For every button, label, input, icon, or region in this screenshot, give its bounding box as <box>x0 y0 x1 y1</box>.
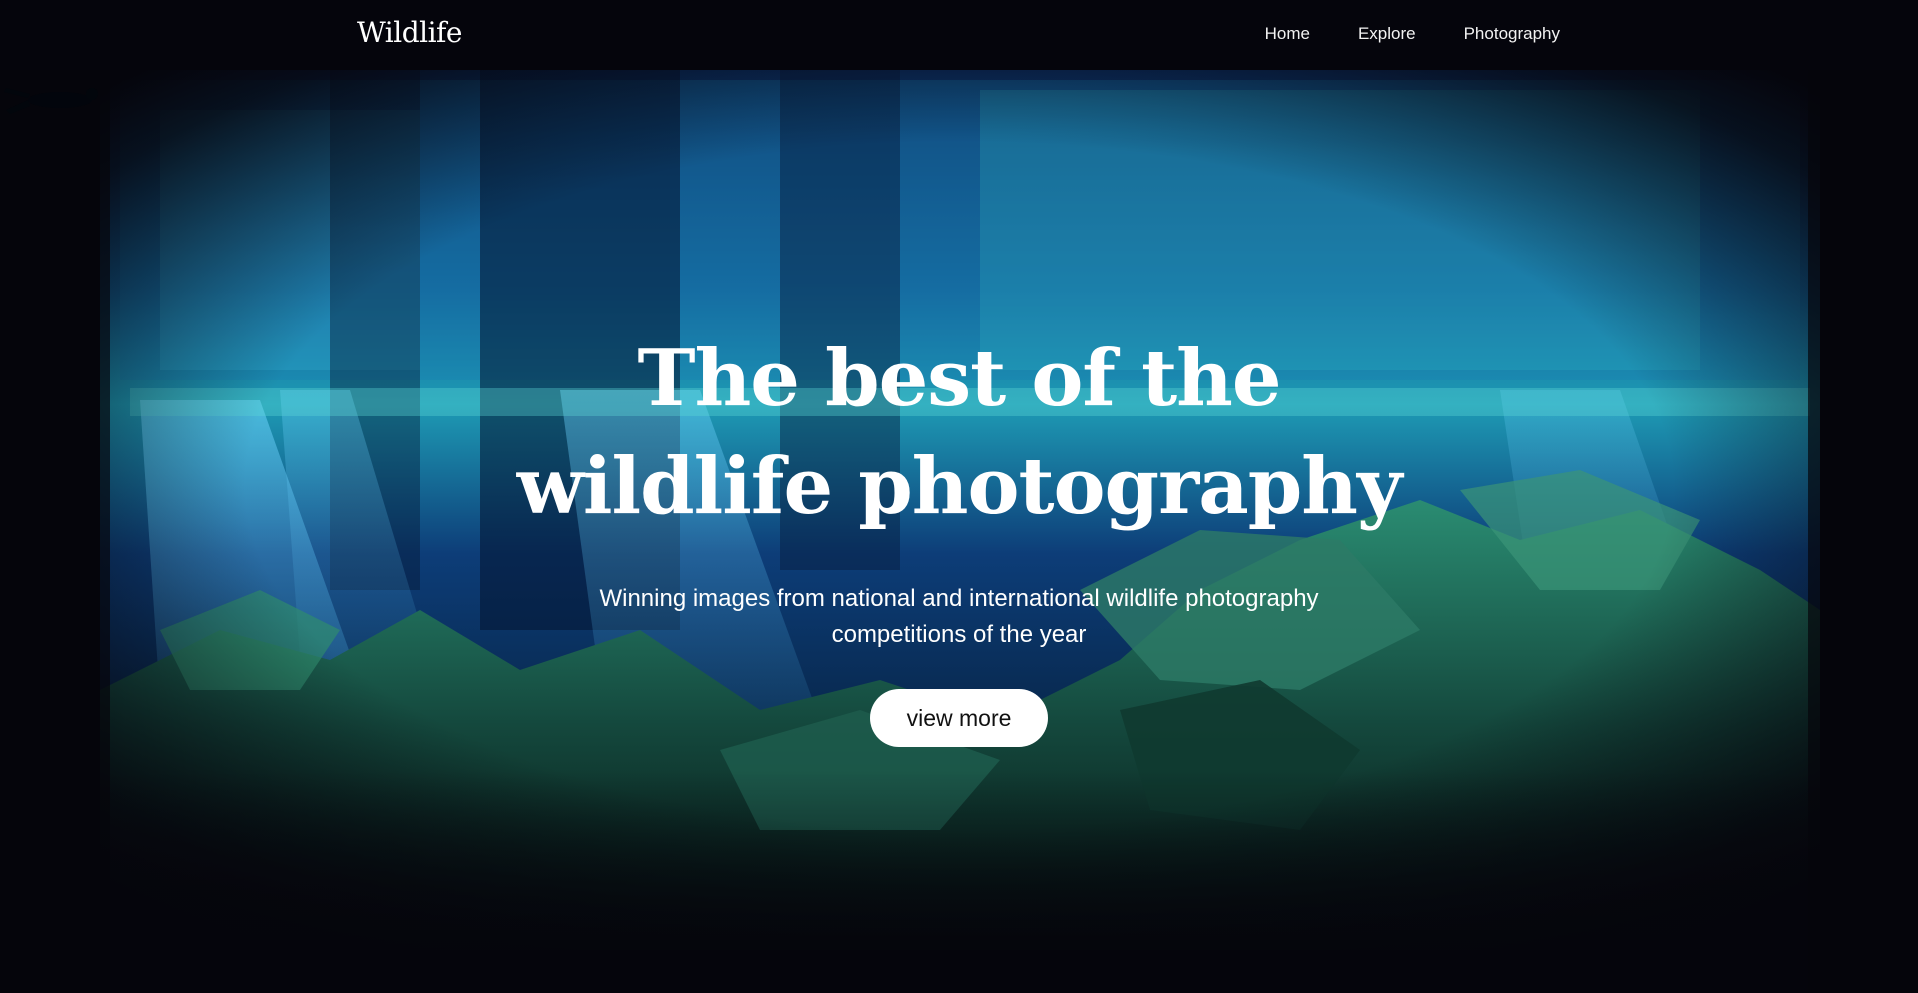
nav-link-home[interactable]: Home <box>1265 24 1310 44</box>
brand-logo[interactable]: Wildlife <box>357 16 462 49</box>
hero-subtitle: Winning images from national and interna… <box>599 585 1319 648</box>
hero-title-line-2: wildlife photography <box>516 441 1403 532</box>
hero-title-line-1: The best of the <box>637 333 1282 424</box>
top-nav: Wildlife Home Explore Photography <box>0 0 1918 70</box>
nav-link-explore[interactable]: Explore <box>1358 24 1416 44</box>
hero-section: The best of the wildlife photography Win… <box>0 70 1918 993</box>
hero-title: The best of the wildlife photography <box>0 325 1918 541</box>
view-more-button[interactable]: view more <box>870 689 1048 747</box>
nav-link-photography[interactable]: Photography <box>1464 24 1560 44</box>
nav-links: Home Explore Photography <box>1265 24 1560 44</box>
page: Wildlife Home Explore Photography The be… <box>0 0 1918 993</box>
hero-content: The best of the wildlife photography Win… <box>0 325 1918 747</box>
diver-silhouette <box>4 88 98 114</box>
